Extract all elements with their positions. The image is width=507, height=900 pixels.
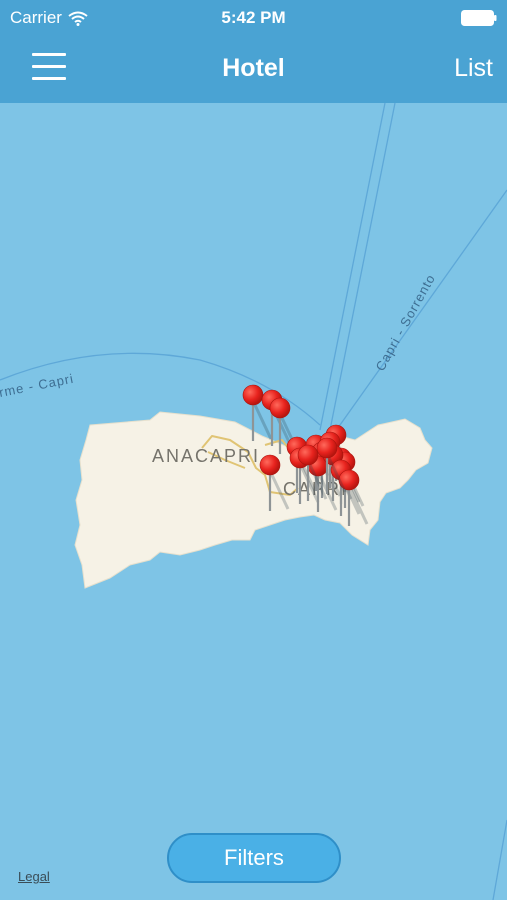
status-time: 5:42 PM: [221, 8, 286, 27]
nav-bar: Hotel List: [0, 36, 507, 103]
map-view[interactable]: Capri - Sorrento rme - Capri ANACAPRI CA…: [0, 103, 507, 900]
status-bar: Carrier 5:42 PM: [0, 0, 507, 36]
town-label-anacapri: ANACAPRI: [152, 446, 260, 466]
page-title: Hotel: [222, 54, 285, 82]
filters-button[interactable]: Filters: [167, 833, 341, 883]
list-button[interactable]: List: [454, 54, 493, 83]
legal-link[interactable]: Legal: [18, 869, 50, 884]
battery-icon: [461, 10, 497, 26]
app-header: Carrier 5:42 PM Hotel List: [0, 0, 507, 103]
